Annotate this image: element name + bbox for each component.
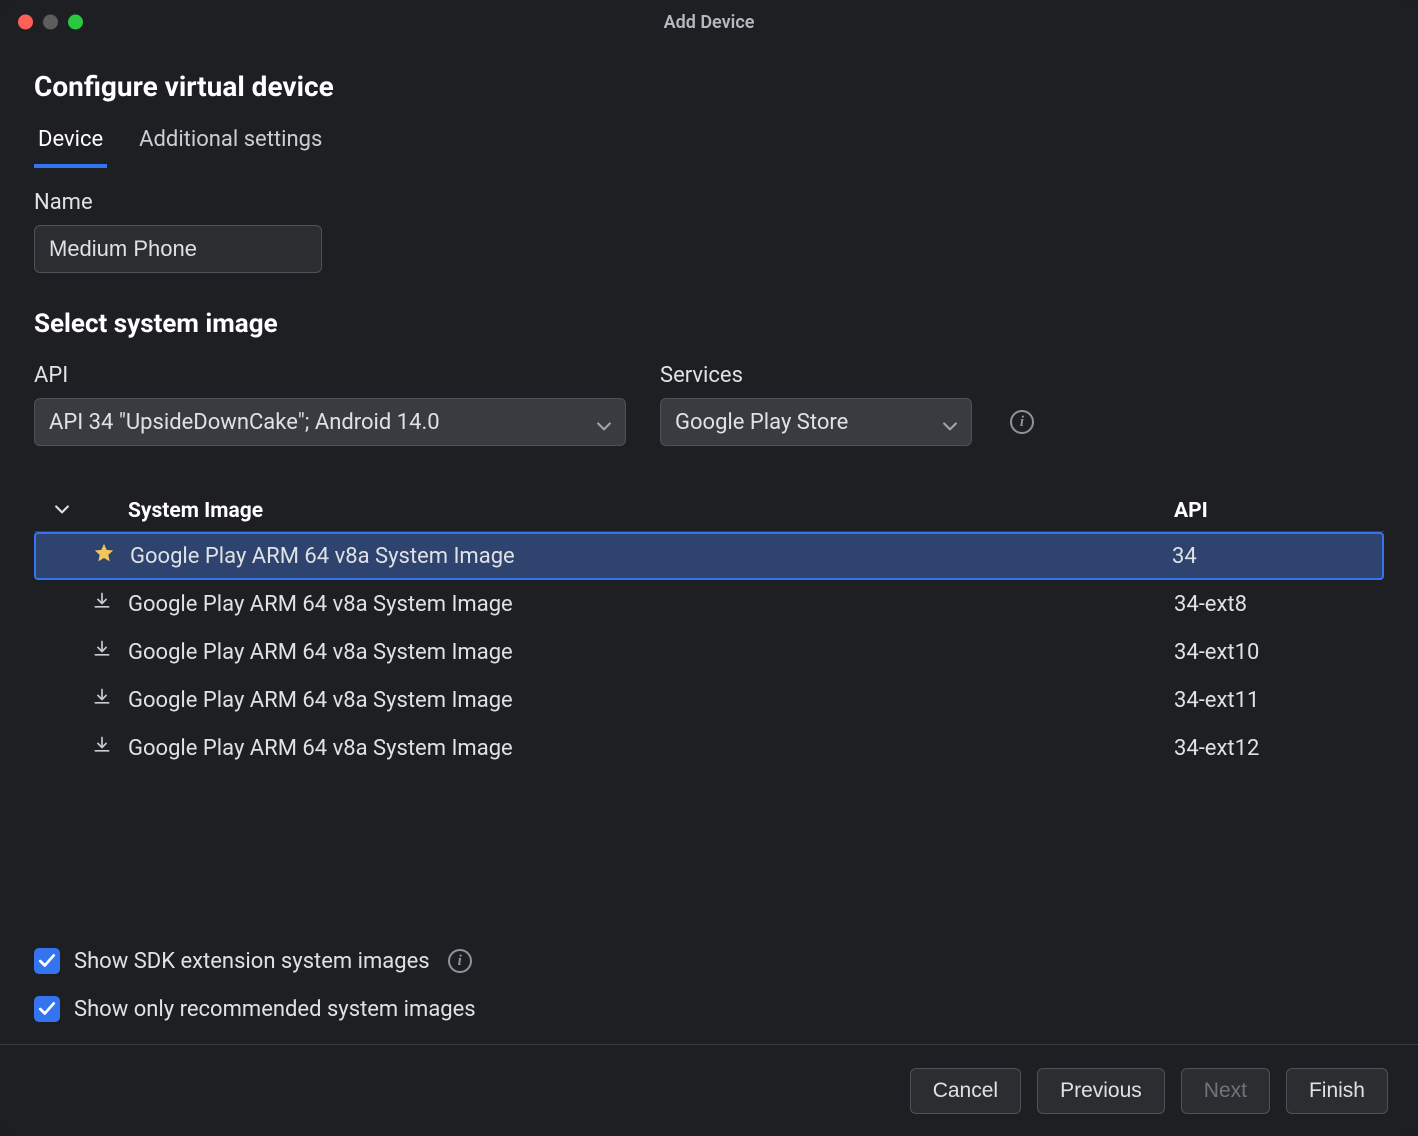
minimize-window-button[interactable] — [43, 15, 58, 30]
table-row[interactable]: Google Play ARM 64 v8a System Image34-ex… — [34, 580, 1384, 628]
page-title: Configure virtual device — [34, 70, 1384, 103]
download-icon[interactable] — [92, 687, 112, 713]
show-recommended-checkbox[interactable] — [34, 996, 60, 1022]
row-name: Google Play ARM 64 v8a System Image — [124, 688, 1174, 713]
row-name: Google Play ARM 64 v8a System Image — [124, 736, 1174, 761]
window-controls — [18, 15, 83, 30]
info-icon[interactable]: i — [448, 949, 472, 973]
system-image-table: System Image API Google Play ARM 64 v8a … — [34, 490, 1384, 888]
dialog-footer: Cancel Previous Next Finish — [0, 1044, 1418, 1136]
chevron-down-icon — [943, 415, 957, 429]
table-row[interactable]: Google Play ARM 64 v8a System Image34-ex… — [34, 628, 1384, 676]
previous-button[interactable]: Previous — [1037, 1068, 1165, 1114]
services-label: Services — [660, 363, 972, 388]
show-sdk-extension-checkbox[interactable] — [34, 948, 60, 974]
tab-bar: Device Additional settings — [34, 123, 1384, 168]
header-system-image[interactable]: System Image — [124, 499, 1174, 523]
window-title: Add Device — [16, 12, 1402, 33]
row-name: Google Play ARM 64 v8a System Image — [124, 640, 1174, 665]
dialog-content: Configure virtual device Device Addition… — [0, 44, 1418, 1044]
close-window-button[interactable] — [18, 15, 33, 30]
table-row[interactable]: Google Play ARM 64 v8a System Image34-ex… — [34, 676, 1384, 724]
add-device-dialog: Add Device Configure virtual device Devi… — [0, 0, 1418, 1136]
name-label: Name — [34, 190, 1384, 215]
services-dropdown-value: Google Play Store — [675, 410, 848, 435]
tab-additional-settings[interactable]: Additional settings — [135, 123, 326, 168]
download-icon[interactable] — [92, 735, 112, 761]
show-recommended-label: Show only recommended system images — [74, 997, 476, 1022]
chevron-down-icon — [597, 415, 611, 429]
row-api: 34-ext11 — [1174, 688, 1374, 713]
cancel-button[interactable]: Cancel — [910, 1068, 1021, 1114]
show-sdk-extension-label: Show SDK extension system images — [74, 949, 430, 974]
row-api: 34 — [1172, 544, 1372, 569]
row-name: Google Play ARM 64 v8a System Image — [124, 592, 1174, 617]
show-sdk-extension-checkbox-row: Show SDK extension system images i — [34, 948, 1384, 974]
row-api: 34-ext10 — [1174, 640, 1374, 665]
table-row[interactable]: Google Play ARM 64 v8a System Image34 — [34, 532, 1384, 580]
header-api[interactable]: API — [1174, 499, 1374, 523]
download-icon[interactable] — [92, 591, 112, 617]
row-api: 34-ext8 — [1174, 592, 1374, 617]
show-recommended-checkbox-row: Show only recommended system images — [34, 996, 1384, 1022]
select-system-image-title: Select system image — [34, 309, 1384, 339]
api-dropdown-value: API 34 "UpsideDownCake"; Android 14.0 — [49, 410, 440, 435]
info-icon[interactable]: i — [1010, 410, 1034, 434]
services-dropdown[interactable]: Google Play Store — [660, 398, 972, 446]
titlebar: Add Device — [0, 0, 1418, 44]
row-name: Google Play ARM 64 v8a System Image — [126, 544, 1172, 569]
collapse-toggle[interactable] — [55, 499, 69, 523]
table-row[interactable]: Google Play ARM 64 v8a System Image34-ex… — [34, 724, 1384, 772]
tab-device[interactable]: Device — [34, 123, 107, 168]
name-input[interactable] — [34, 225, 322, 273]
table-header: System Image API — [34, 490, 1384, 532]
star-icon — [93, 542, 115, 570]
maximize-window-button[interactable] — [68, 15, 83, 30]
api-label: API — [34, 363, 626, 388]
next-button: Next — [1181, 1068, 1270, 1114]
finish-button[interactable]: Finish — [1286, 1068, 1388, 1114]
download-icon[interactable] — [92, 639, 112, 665]
row-api: 34-ext12 — [1174, 736, 1374, 761]
api-dropdown[interactable]: API 34 "UpsideDownCake"; Android 14.0 — [34, 398, 626, 446]
